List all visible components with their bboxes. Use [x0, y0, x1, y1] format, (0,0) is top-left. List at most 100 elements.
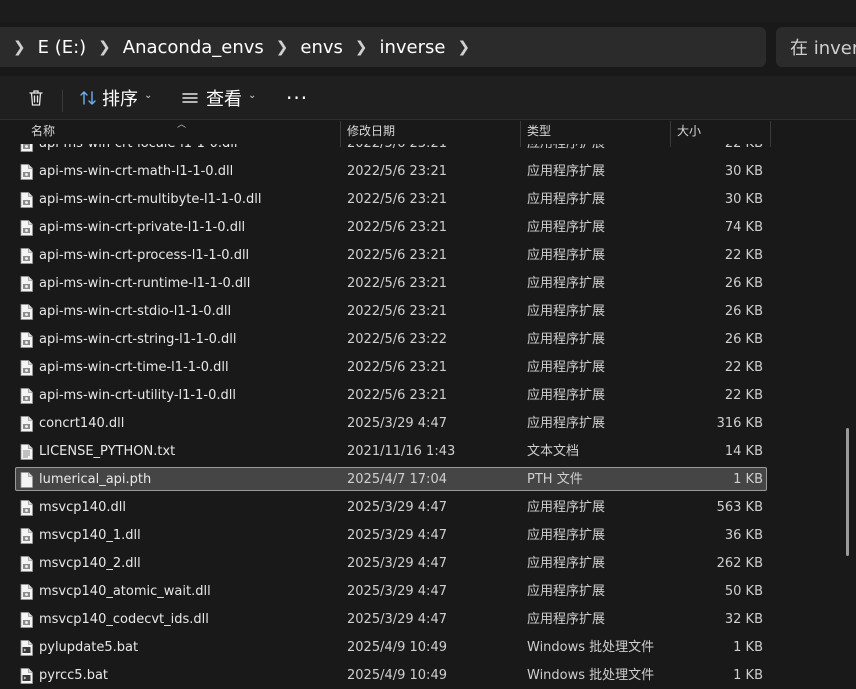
file-row[interactable]: api-ms-win-crt-string-l1-1-0.dll 2022/5/6…: [0, 326, 771, 354]
view-label: 查看: [206, 89, 242, 110]
file-row[interactable]: api-ms-win-crt-private-l1-1-0.dll 2022/5/…: [0, 214, 771, 242]
file-modified-date: 2022/5/6 23:21: [347, 192, 447, 207]
dll-file-icon: [20, 304, 33, 320]
dll-file-icon: [20, 276, 33, 292]
file-name: api-ms-win-crt-process-l1-1-0.dll: [39, 248, 250, 263]
chevron-right-icon[interactable]: ❯: [276, 38, 289, 56]
file-name: api-ms-win-crt-runtime-l1-1-0.dll: [39, 276, 251, 291]
chevron-right-icon[interactable]: ❯: [457, 38, 470, 56]
text-file-icon: [20, 444, 33, 460]
file-size: 14 KB: [724, 444, 763, 459]
file-size: 1 KB: [733, 472, 763, 487]
file-modified-date: 2022/5/6 23:21: [347, 388, 447, 403]
column-header-size[interactable]: 大小: [677, 121, 701, 144]
file-name: api-ms-win-crt-private-l1-1-0.dll: [39, 220, 246, 235]
file-name: msvcp140_atomic_wait.dll: [39, 584, 211, 599]
file-row[interactable]: api-ms-win-crt-stdio-l1-1-0.dll 2022/5/6 …: [0, 298, 771, 326]
file-row[interactable]: pyrcc5.bat 2025/4/9 10:49 Windows 批处理文件 1 K…: [0, 662, 771, 689]
file-row[interactable]: msvcp140_codecvt_ids.dll 2025/3/29 4:47 应用…: [0, 606, 771, 634]
file-modified-date: 2022/5/6 23:21: [347, 144, 447, 158]
file-name: msvcp140_codecvt_ids.dll: [39, 612, 209, 627]
file-type: 应用程序扩展: [527, 584, 606, 599]
column-header-date[interactable]: 修改日期: [347, 121, 395, 144]
file-row[interactable]: msvcp140_1.dll 2025/3/29 4:47 应用程序扩展 36 KB: [0, 522, 771, 550]
breadcrumb-root[interactable]: i: [0, 37, 1, 58]
dll-file-icon: [20, 528, 33, 544]
file-row[interactable]: api-ms-win-crt-utility-l1-1-0.dll 2022/5/…: [0, 382, 771, 410]
file-row[interactable]: api-ms-win-crt-locale-l1-1-0.dll 2022/5/6…: [0, 144, 771, 158]
file-modified-date: 2025/3/29 4:47: [347, 528, 447, 543]
file-size: 262 KB: [716, 556, 763, 571]
file-modified-date: 2025/4/9 10:49: [347, 668, 447, 683]
search-input[interactable]: 在 inver: [776, 27, 856, 67]
sort-button[interactable]: 排序 ⌄: [78, 82, 152, 114]
file-modified-date: 2022/5/6 23:21: [347, 248, 447, 263]
file-type: 应用程序扩展: [527, 388, 606, 403]
file-rows: api-ms-win-crt-locale-l1-1-0.dll 2022/5/6…: [0, 144, 771, 689]
file-row-selected[interactable]: lumerical_api.pth 2025/4/7 17:04 PTH 文件 1 K…: [0, 466, 771, 494]
column-header-type[interactable]: 类型: [527, 121, 551, 144]
file-row[interactable]: api-ms-win-crt-math-l1-1-0.dll 2022/5/6 2…: [0, 158, 771, 186]
chevron-right-icon[interactable]: ❯: [98, 38, 111, 56]
file-size: 30 KB: [724, 192, 763, 207]
file-row[interactable]: api-ms-win-crt-time-l1-1-0.dll 2022/5/6 2…: [0, 354, 771, 382]
file-row[interactable]: msvcp140.dll 2025/3/29 4:47 应用程序扩展 563 KB: [0, 494, 771, 522]
file-size: 30 KB: [724, 164, 763, 179]
file-row[interactable]: api-ms-win-crt-process-l1-1-0.dll 2022/5/…: [0, 242, 771, 270]
file-row[interactable]: pylupdate5.bat 2025/4/9 10:49 Windows 批处理文…: [0, 634, 771, 662]
file-modified-date: 2022/5/6 23:21: [347, 220, 447, 235]
chevron-down-icon: ⌄: [248, 89, 257, 101]
file-modified-date: 2022/5/6 23:21: [347, 276, 447, 291]
file-list: api-ms-win-crt-locale-l1-1-0.dll 2022/5/6…: [0, 144, 771, 689]
breadcrumb-inverse[interactable]: inverse: [379, 37, 445, 58]
vertical-scrollbar[interactable]: [846, 428, 849, 556]
file-size: 26 KB: [724, 304, 763, 319]
file-row[interactable]: msvcp140_atomic_wait.dll 2025/3/29 4:47 应用…: [0, 578, 771, 606]
file-modified-date: 2025/3/29 4:47: [347, 500, 447, 515]
command-divider: [62, 90, 63, 112]
file-name: msvcp140_2.dll: [39, 556, 141, 571]
file-modified-date: 2025/3/29 4:47: [347, 584, 447, 599]
batch-file-icon: [20, 640, 33, 656]
file-row[interactable]: api-ms-win-crt-multibyte-l1-1-0.dll 2022/…: [0, 186, 771, 214]
dll-file-icon: [20, 192, 33, 208]
file-modified-date: 2025/3/29 4:47: [347, 556, 447, 571]
file-size: 26 KB: [724, 332, 763, 347]
file-row[interactable]: msvcp140_2.dll 2025/3/29 4:47 应用程序扩展 262 KB: [0, 550, 771, 578]
file-row[interactable]: concrt140.dll 2025/3/29 4:47 应用程序扩展 316 KB: [0, 410, 771, 438]
file-row[interactable]: LICENSE_PYTHON.txt 2021/11/16 1:43 文本文档 14 …: [0, 438, 771, 466]
file-row[interactable]: api-ms-win-crt-runtime-l1-1-0.dll 2022/5/…: [0, 270, 771, 298]
file-modified-date: 2021/11/16 1:43: [347, 444, 456, 459]
file-modified-date: 2022/5/6 23:21: [347, 164, 447, 179]
file-type: 应用程序扩展: [527, 500, 606, 515]
file-size: 563 KB: [716, 500, 763, 515]
chevron-right-icon[interactable]: ❯: [13, 38, 26, 56]
address-bar[interactable]: i ❯ E (E:) ❯ Anaconda_envs ❯ envs ❯ inve…: [0, 27, 766, 67]
breadcrumb-drive[interactable]: E (E:): [38, 37, 87, 58]
more-options-button[interactable]: ···: [286, 82, 308, 114]
breadcrumb-envs[interactable]: envs: [300, 37, 343, 58]
file-name: api-ms-win-crt-stdio-l1-1-0.dll: [39, 304, 232, 319]
dll-file-icon: [20, 584, 33, 600]
dll-file-icon: [20, 164, 33, 180]
batch-file-icon: [20, 668, 33, 684]
file-type: PTH 文件: [527, 472, 583, 487]
view-button[interactable]: 查看 ⌄: [180, 82, 256, 114]
column-header-name[interactable]: 名称: [31, 121, 55, 144]
dll-file-icon: [20, 220, 33, 236]
command-bar: 排序 ⌄ 查看 ⌄ ···: [0, 76, 856, 120]
file-size: 50 KB: [724, 584, 763, 599]
file-type: 应用程序扩展: [527, 332, 606, 347]
file-modified-date: 2025/4/7 17:04: [347, 472, 447, 487]
chevron-right-icon[interactable]: ❯: [355, 38, 368, 56]
file-type: 应用程序扩展: [527, 248, 606, 263]
dll-file-icon: [20, 612, 33, 628]
file-type: 应用程序扩展: [527, 192, 606, 207]
dll-file-icon: [20, 144, 33, 152]
file-size: 1 KB: [733, 640, 763, 655]
delete-button[interactable]: [26, 82, 46, 114]
breadcrumb-anaconda-envs[interactable]: Anaconda_envs: [123, 37, 264, 58]
file-type: 应用程序扩展: [527, 144, 605, 158]
file-type: 应用程序扩展: [527, 416, 606, 431]
file-modified-date: 2025/3/29 4:47: [347, 612, 447, 627]
